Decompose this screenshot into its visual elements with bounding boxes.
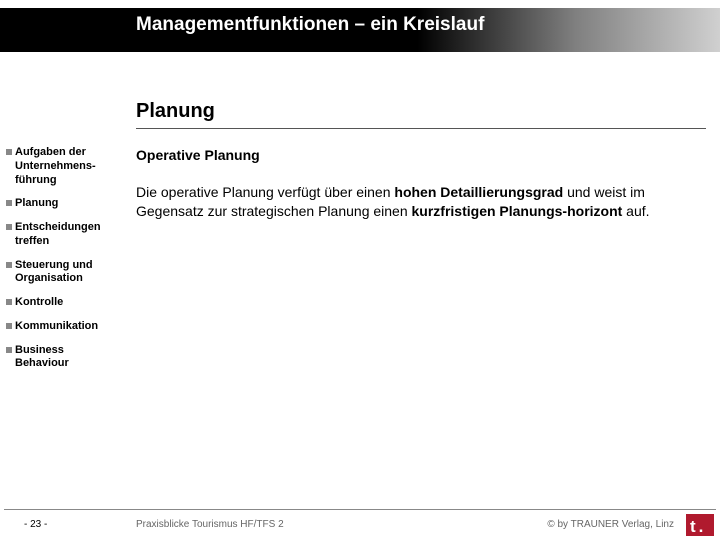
square-bullet-icon (6, 347, 12, 353)
footer-copyright: © by TRAUNER Verlag, Linz (547, 519, 674, 530)
sidebar-item-label: Planung (15, 197, 58, 211)
square-bullet-icon (6, 299, 12, 305)
square-bullet-icon (6, 224, 12, 230)
footer-source: Praxisblicke Tourismus HF/TFS 2 (136, 519, 284, 530)
sidebar-item-steuerung: Steuerung und Organisation (6, 259, 116, 287)
body-bold: kurzfristigen Planungs-horizont (412, 203, 623, 219)
sidebar-item-planung: Planung (6, 197, 116, 211)
body-text: Die operative Planung verfügt über einen (136, 184, 394, 200)
chapter-rule (136, 128, 706, 129)
sidebar-item-label: Entscheidungen treffen (15, 221, 116, 249)
square-bullet-icon (6, 323, 12, 329)
sidebar-item-entscheidungen: Entscheidungen treffen (6, 221, 116, 249)
sidebar-item-kontrolle: Kontrolle (6, 296, 116, 310)
body-bold: hohen Detaillierungsgrad (394, 184, 563, 200)
slide: Managementfunktionen – ein Kreislauf Pla… (0, 0, 720, 540)
sidebar: Aufgaben der Unternehmens-führung Planun… (6, 146, 116, 381)
sidebar-item-label: Steuerung und Organisation (15, 259, 116, 287)
sidebar-item-business-behaviour: Business Behaviour (6, 344, 116, 372)
footer-rule (4, 509, 716, 510)
header-title: Managementfunktionen – ein Kreislauf (136, 14, 484, 36)
sidebar-item-label: Business Behaviour (15, 344, 116, 372)
sidebar-item-label: Kommunikation (15, 320, 98, 334)
square-bullet-icon (6, 149, 12, 155)
content-body: Die operative Planung verfügt über einen… (136, 183, 701, 221)
sidebar-item-label: Kontrolle (15, 296, 63, 310)
sidebar-item-kommunikation: Kommunikation (6, 320, 116, 334)
content-subtitle: Operative Planung (136, 146, 701, 165)
chapter-heading: Planung (136, 100, 215, 123)
square-bullet-icon (6, 200, 12, 206)
logo-dot: . (699, 518, 704, 536)
sidebar-item-aufgaben: Aufgaben der Unternehmens-führung (6, 146, 116, 187)
logo-letter: t (686, 518, 699, 536)
square-bullet-icon (6, 262, 12, 268)
trauner-logo: t. (686, 514, 714, 536)
content: Operative Planung Die operative Planung … (136, 146, 701, 221)
sidebar-item-label: Aufgaben der Unternehmens-führung (15, 146, 116, 187)
page-number: - 23 - (24, 519, 47, 530)
body-text: auf. (622, 203, 649, 219)
